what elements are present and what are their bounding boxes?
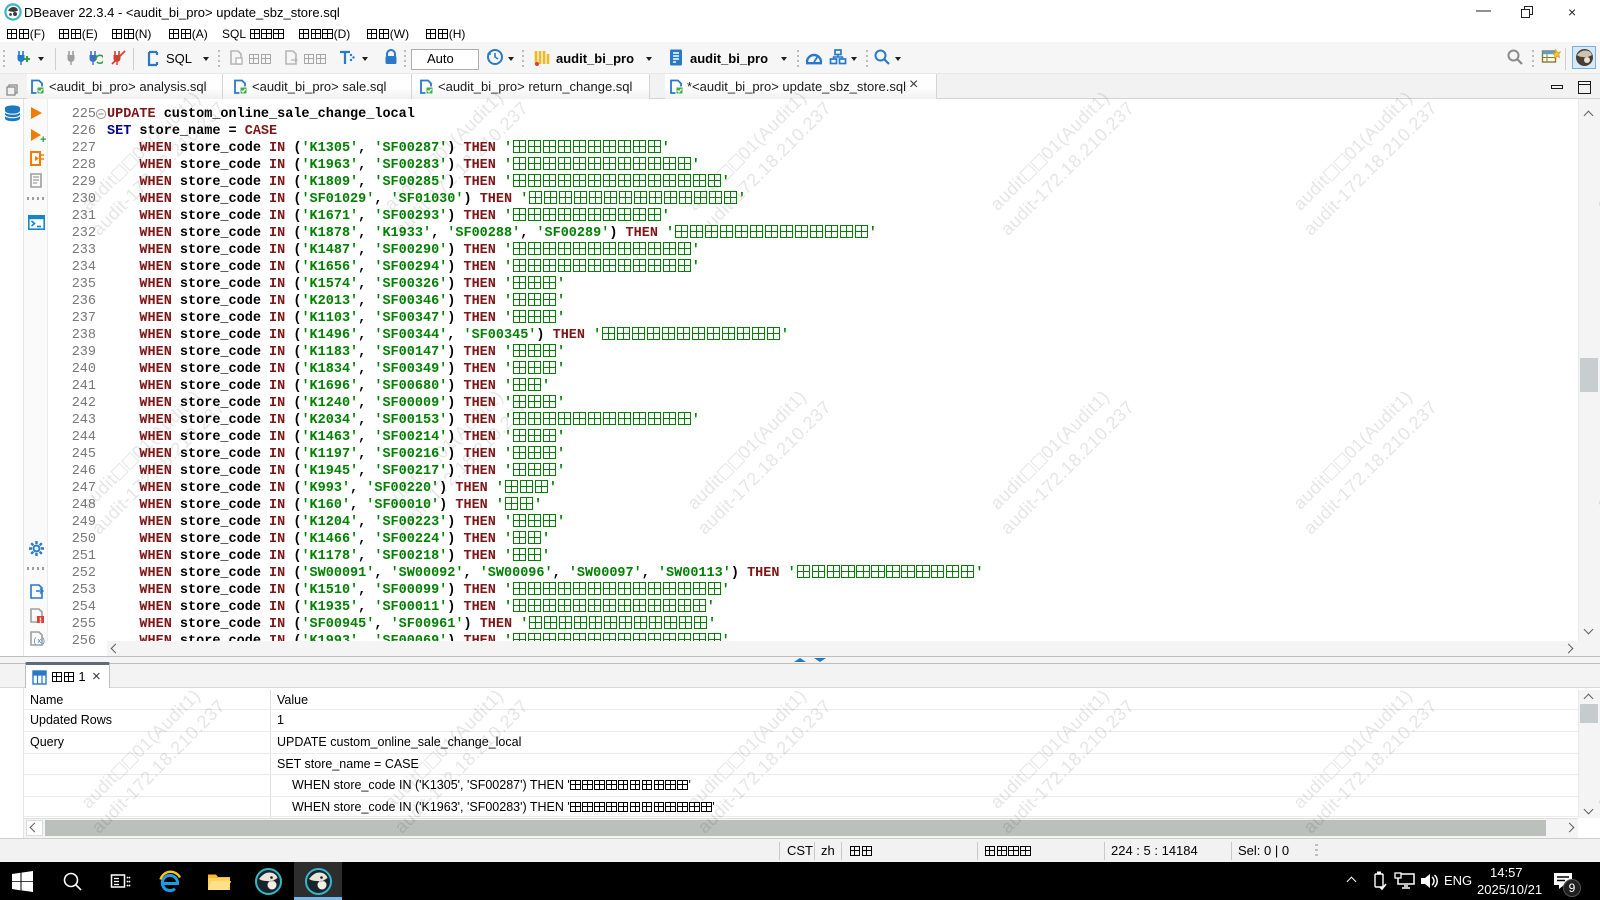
svg-text:(x): (x) [33, 638, 46, 646]
